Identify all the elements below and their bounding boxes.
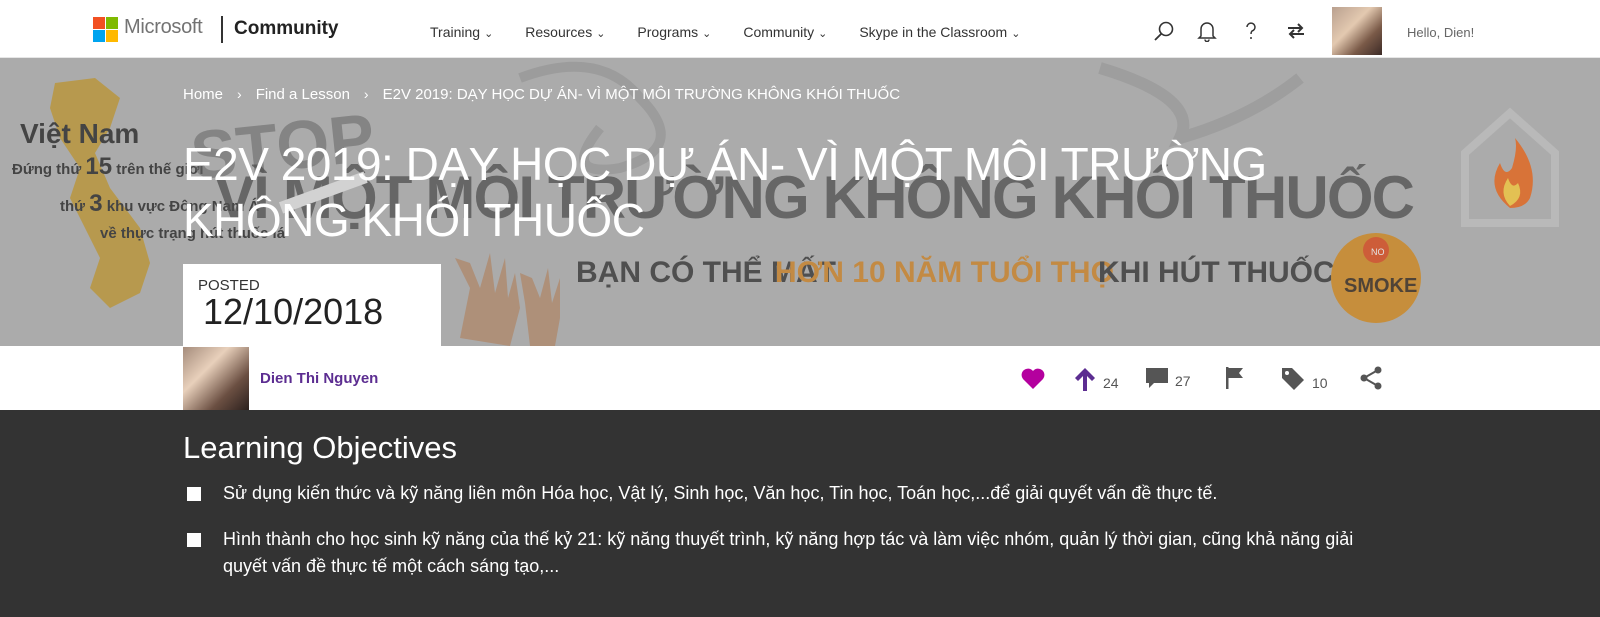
chevron-down-icon: ⌄: [818, 28, 828, 40]
hero-banner: Việt Nam Đứng thứ 15 trên thế giới thứ 3…: [0, 58, 1600, 346]
posted-date-card: POSTED 12/10/2018: [183, 264, 441, 346]
brand-name[interactable]: Microsoft: [124, 16, 203, 39]
chevron-down-icon: ⌄: [596, 28, 606, 40]
nav-skype-label: Skype in the Classroom: [859, 24, 1008, 40]
nav-training[interactable]: Training ⌄: [430, 24, 493, 40]
author-name[interactable]: Dien Thi Nguyen: [260, 370, 378, 387]
comments-button[interactable]: 27: [1145, 366, 1191, 390]
author-avatar[interactable]: [183, 347, 249, 411]
flag-icon: [1226, 367, 1243, 389]
nav-community-label: Community: [743, 24, 815, 40]
square-bullet-icon: [187, 533, 201, 547]
breadcrumb: Home › Find a Lesson › E2V 2019: DẠY HỌC…: [183, 86, 914, 103]
learning-objectives-section: Learning Objectives Sử dụng kiến thức và…: [0, 410, 1600, 617]
objective-text: Sử dụng kiến thức và kỹ năng liên môn Hó…: [223, 483, 1218, 503]
chevron-down-icon: ⌄: [1011, 28, 1021, 40]
chevron-down-icon: ⌄: [484, 28, 494, 40]
nav-community[interactable]: Community ⌄: [743, 24, 827, 40]
brand-divider: [221, 16, 223, 43]
objectives-heading: Learning Objectives: [183, 430, 457, 465]
share-button[interactable]: [1359, 366, 1383, 390]
heart-icon: [1021, 368, 1045, 389]
objective-text: Hình thành cho học sinh kỹ năng của thế …: [223, 529, 1354, 576]
square-bullet-icon: [187, 487, 201, 501]
nav-training-label: Training: [430, 24, 481, 40]
nav-programs[interactable]: Programs ⌄: [637, 24, 711, 40]
share-icon: [1360, 366, 1382, 390]
chevron-down-icon: ⌄: [702, 28, 712, 40]
like-button[interactable]: [1020, 368, 1046, 390]
nav-programs-label: Programs: [637, 24, 699, 40]
arrow-up-icon: [1075, 368, 1095, 391]
tag-icon: [1282, 368, 1304, 390]
user-greeting[interactable]: Hello, Dien!: [1407, 25, 1474, 40]
help-icon[interactable]: [1240, 20, 1262, 42]
breadcrumb-home[interactable]: Home: [183, 86, 223, 103]
nav-resources[interactable]: Resources ⌄: [525, 24, 605, 40]
breadcrumb-current: E2V 2019: DẠY HỌC DỰ ÁN- VÌ MỘT MÔI TRƯỜ…: [382, 86, 901, 103]
chevron-right-icon: ›: [363, 86, 369, 102]
tags-button[interactable]: 10: [1280, 366, 1328, 392]
upvote-count: 24: [1103, 375, 1119, 391]
page-title: E2V 2019: DẠY HỌC DỰ ÁN- VÌ MỘT MÔI TRƯỜ…: [183, 138, 1267, 246]
comments-count: 27: [1175, 373, 1191, 389]
user-avatar[interactable]: [1332, 7, 1382, 55]
tags-count: 10: [1312, 375, 1328, 391]
breadcrumb-find-lesson[interactable]: Find a Lesson: [256, 86, 350, 103]
site-name[interactable]: Community: [234, 18, 339, 40]
microsoft-logo-icon[interactable]: [93, 17, 118, 42]
bell-icon[interactable]: [1196, 20, 1218, 42]
objective-item: Sử dụng kiến thức và kỹ năng liên môn Hó…: [187, 480, 1397, 507]
comment-icon: [1146, 368, 1168, 388]
switch-arrows-icon[interactable]: [1285, 20, 1307, 42]
nav-skype-classroom[interactable]: Skype in the Classroom ⌄: [859, 24, 1020, 40]
main-nav: Training ⌄ Resources ⌄ Programs ⌄ Community…: [430, 24, 1052, 40]
chevron-right-icon: ›: [237, 86, 242, 102]
search-icon[interactable]: [1153, 20, 1175, 42]
upvote-button[interactable]: 24: [1073, 366, 1119, 392]
posted-date: 12/10/2018: [203, 291, 384, 332]
objective-item: Hình thành cho học sinh kỹ năng của thế …: [187, 526, 1397, 580]
nav-resources-label: Resources: [525, 24, 593, 40]
top-navigation-bar: Microsoft Community Training ⌄ Resources ⌄…: [0, 0, 1600, 58]
report-flag-button[interactable]: [1224, 366, 1246, 390]
